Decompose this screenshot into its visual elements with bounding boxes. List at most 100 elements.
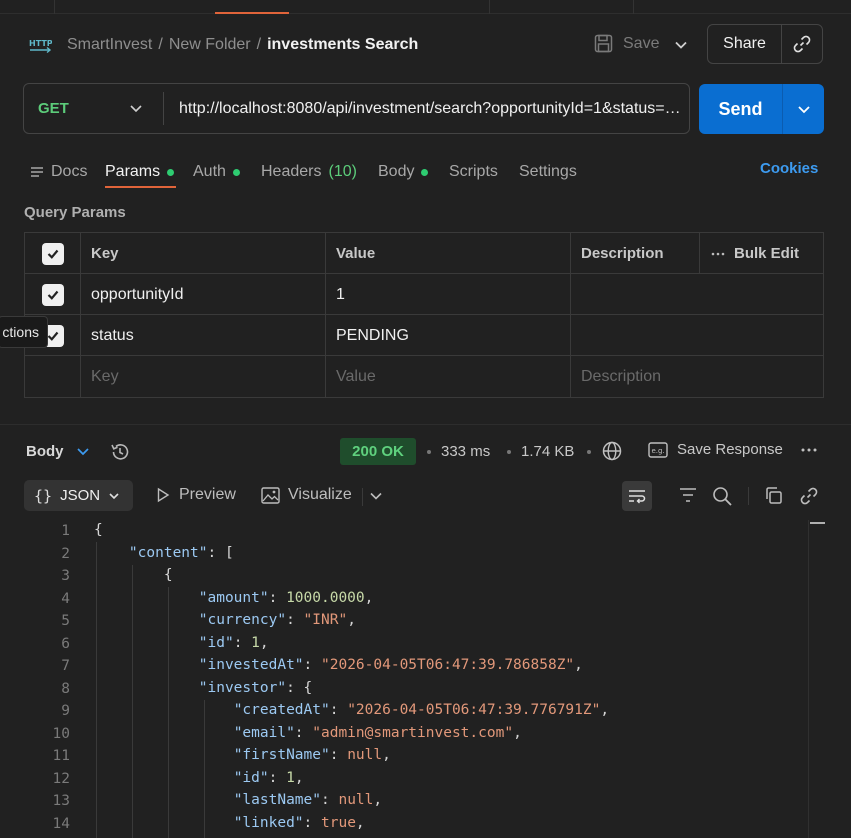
chevron-down-icon[interactable] bbox=[75, 445, 91, 459]
preview-button[interactable]: Preview bbox=[155, 486, 236, 504]
line-number: 14 bbox=[52, 815, 70, 832]
line-number: 4 bbox=[61, 590, 70, 607]
bulk-edit-button[interactable]: Bulk Edit bbox=[700, 233, 824, 274]
code-line: 10 "email": "admin@smartinvest.com", bbox=[0, 723, 810, 746]
pane-divider[interactable] bbox=[0, 424, 851, 425]
code-text: { bbox=[94, 522, 103, 538]
code-line: 14 "linked": true, bbox=[0, 813, 810, 836]
status-badge[interactable]: 200 OK bbox=[340, 438, 416, 465]
row-checkbox-empty bbox=[25, 356, 81, 397]
visualize-button[interactable]: Visualize bbox=[261, 486, 352, 504]
param-key-cell[interactable]: status bbox=[81, 315, 326, 356]
braces-icon: {} bbox=[34, 486, 53, 505]
param-value-cell[interactable]: PENDING bbox=[326, 315, 571, 356]
line-number: 6 bbox=[61, 635, 70, 652]
response-size[interactable]: 1.74 KB bbox=[521, 443, 574, 460]
row-checkbox[interactable] bbox=[25, 274, 81, 315]
visualize-label: Visualize bbox=[288, 486, 352, 503]
param-value-input[interactable]: Value bbox=[326, 356, 571, 397]
window-tab-strip bbox=[0, 0, 851, 14]
tab-headers-label: Headers bbox=[261, 163, 322, 180]
line-number: 12 bbox=[52, 770, 70, 787]
tab-params[interactable]: Params bbox=[105, 157, 176, 188]
separator-dot bbox=[587, 450, 591, 454]
cookies-link[interactable]: Cookies bbox=[760, 160, 818, 177]
send-options-button[interactable] bbox=[783, 84, 824, 134]
checkbox bbox=[41, 242, 64, 265]
globe-icon[interactable] bbox=[601, 440, 623, 462]
wrap-text-icon bbox=[629, 490, 646, 504]
chevron-down-icon bbox=[109, 492, 119, 499]
code-line: 3 { bbox=[0, 565, 810, 588]
search-icon[interactable] bbox=[712, 486, 733, 507]
tab-auth-label: Auth bbox=[193, 163, 226, 180]
scrollbar[interactable] bbox=[808, 520, 825, 838]
tooltip: ctions bbox=[0, 316, 48, 348]
params-active-dot bbox=[167, 168, 175, 176]
tab-settings[interactable]: Settings bbox=[519, 157, 577, 187]
param-description-cell[interactable] bbox=[571, 274, 824, 315]
send-button[interactable]: Send bbox=[699, 84, 783, 134]
line-number: 3 bbox=[61, 568, 70, 585]
param-value-cell[interactable]: 1 bbox=[326, 274, 571, 315]
url-input[interactable]: http://localhost:8080/api/investment/sea… bbox=[179, 100, 684, 118]
line-number: 7 bbox=[61, 658, 70, 675]
code-line: 1{ bbox=[0, 520, 810, 543]
response-bar: Body 200 OK 333 ms 1.74 KB e.g. Save Res… bbox=[0, 436, 851, 466]
tab-body[interactable]: Body bbox=[378, 157, 429, 187]
tab-headers[interactable]: Headers (10) bbox=[261, 157, 357, 187]
code-text: "id": 1, bbox=[198, 634, 269, 651]
copy-link-button[interactable] bbox=[782, 25, 822, 63]
breadcrumb-folder[interactable]: New Folder bbox=[169, 36, 251, 53]
code-text: "content": [ bbox=[128, 544, 234, 561]
word-wrap-button[interactable] bbox=[622, 481, 652, 511]
select-all-checkbox[interactable] bbox=[25, 233, 81, 274]
query-params-table: Key Value Description Bulk Edit opportun… bbox=[24, 232, 824, 398]
checkmark-icon bbox=[47, 290, 58, 300]
chevron-down-icon[interactable] bbox=[369, 490, 383, 502]
method-select[interactable]: GET bbox=[24, 84, 164, 133]
response-time[interactable]: 333 ms bbox=[441, 443, 490, 460]
param-key-cell[interactable]: opportunityId bbox=[81, 274, 326, 315]
scrollbar-thumb[interactable] bbox=[810, 522, 825, 524]
format-label: JSON bbox=[60, 487, 101, 504]
copy-icon[interactable] bbox=[764, 486, 783, 505]
code-text: "lastName": null, bbox=[233, 792, 383, 808]
headers-count: (10) bbox=[328, 163, 357, 180]
param-description-cell[interactable] bbox=[571, 315, 824, 356]
separator-dot bbox=[507, 450, 511, 454]
share-button[interactable]: Share bbox=[708, 25, 782, 63]
filter-icon[interactable] bbox=[678, 486, 698, 504]
request-title[interactable]: investments Search bbox=[267, 36, 418, 53]
code-text: "email": "admin@smartinvest.com", bbox=[233, 724, 522, 741]
table-header-row: Key Value Description Bulk Edit bbox=[25, 233, 823, 274]
param-key-input[interactable]: Key bbox=[81, 356, 326, 397]
tab-scripts-label: Scripts bbox=[449, 163, 498, 180]
tab-body-label: Body bbox=[378, 163, 415, 180]
request-header: HTTP SmartInvest / New Folder / investments … bbox=[0, 14, 851, 74]
save-response-button[interactable]: e.g. Save Response bbox=[648, 441, 783, 458]
tab-scripts[interactable]: Scripts bbox=[449, 157, 498, 187]
link-icon[interactable] bbox=[799, 486, 819, 506]
tab-divider bbox=[54, 0, 55, 14]
http-icon: HTTP bbox=[29, 39, 52, 54]
code-text: "createdAt": "2026-04-05T06:47:39.776791… bbox=[233, 702, 610, 718]
code-text: "linked": true, bbox=[233, 814, 365, 831]
response-body-viewer[interactable]: 1{2 "content": [3 {4 "amount": 1000.0000… bbox=[0, 520, 810, 838]
save-button[interactable]: Save bbox=[594, 34, 659, 53]
save-response-label: Save Response bbox=[677, 441, 783, 458]
tab-auth[interactable]: Auth bbox=[193, 157, 240, 187]
body-active-dot bbox=[421, 168, 429, 176]
format-select[interactable]: {} JSON bbox=[24, 480, 133, 511]
breadcrumb-workspace[interactable]: SmartInvest bbox=[67, 36, 152, 53]
history-icon[interactable] bbox=[109, 441, 131, 463]
toolbar-separator bbox=[362, 488, 363, 506]
tab-docs-label: Docs bbox=[51, 163, 88, 180]
param-description-input[interactable]: Description bbox=[571, 356, 824, 397]
chevron-down-icon bbox=[130, 105, 142, 113]
tab-docs[interactable]: Docs bbox=[30, 157, 87, 187]
checkmark-icon bbox=[47, 249, 58, 259]
tab-params-label: Params bbox=[105, 163, 161, 180]
chevron-down-icon[interactable] bbox=[672, 36, 690, 54]
more-horizontal-icon[interactable] bbox=[800, 447, 818, 453]
